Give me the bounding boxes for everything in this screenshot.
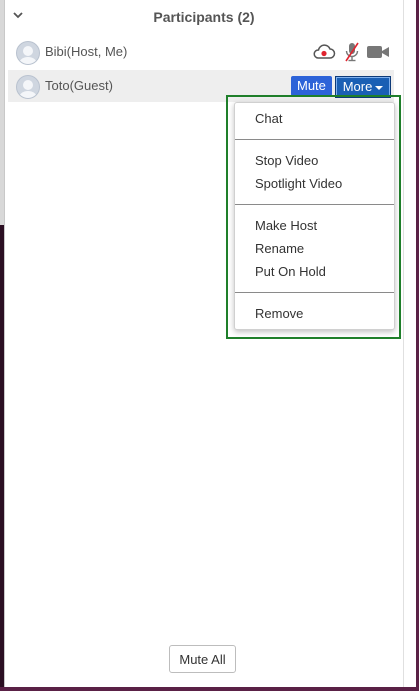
menu-item-put-on-hold[interactable]: Put On Hold	[255, 264, 326, 279]
menu-item-remove[interactable]: Remove	[255, 306, 303, 321]
cloud-recording-icon	[313, 44, 336, 59]
window-edge	[0, 687, 419, 691]
more-dropdown-menu: Chat Stop Video Spotlight Video Make Hos…	[234, 102, 395, 330]
menu-item-make-host[interactable]: Make Host	[255, 218, 317, 233]
avatar	[16, 41, 40, 65]
menu-divider	[235, 139, 394, 140]
menu-divider	[235, 292, 394, 293]
caret-down-icon	[375, 85, 384, 90]
mute-all-button[interactable]: Mute All	[169, 645, 236, 673]
participant-name: Toto(Guest)	[45, 78, 113, 93]
participant-row[interactable]: Bibi(Host, Me)	[8, 36, 394, 68]
panel-border	[4, 0, 5, 687]
camera-icon[interactable]	[366, 42, 390, 62]
panel-border	[403, 0, 404, 687]
menu-item-rename[interactable]: Rename	[255, 241, 304, 256]
participants-header: Participants (2)	[5, 0, 403, 36]
panel-title: Participants (2)	[153, 9, 255, 25]
menu-item-stop-video[interactable]: Stop Video	[255, 153, 318, 168]
menu-divider	[235, 204, 394, 205]
menu-item-spotlight-video[interactable]: Spotlight Video	[255, 176, 342, 191]
menu-item-chat[interactable]: Chat	[255, 111, 282, 126]
more-button-label: More	[342, 79, 373, 94]
avatar	[16, 75, 40, 99]
participant-name: Bibi(Host, Me)	[45, 44, 128, 59]
mic-muted-icon[interactable]	[344, 42, 360, 62]
mute-button[interactable]: Mute	[291, 76, 332, 96]
